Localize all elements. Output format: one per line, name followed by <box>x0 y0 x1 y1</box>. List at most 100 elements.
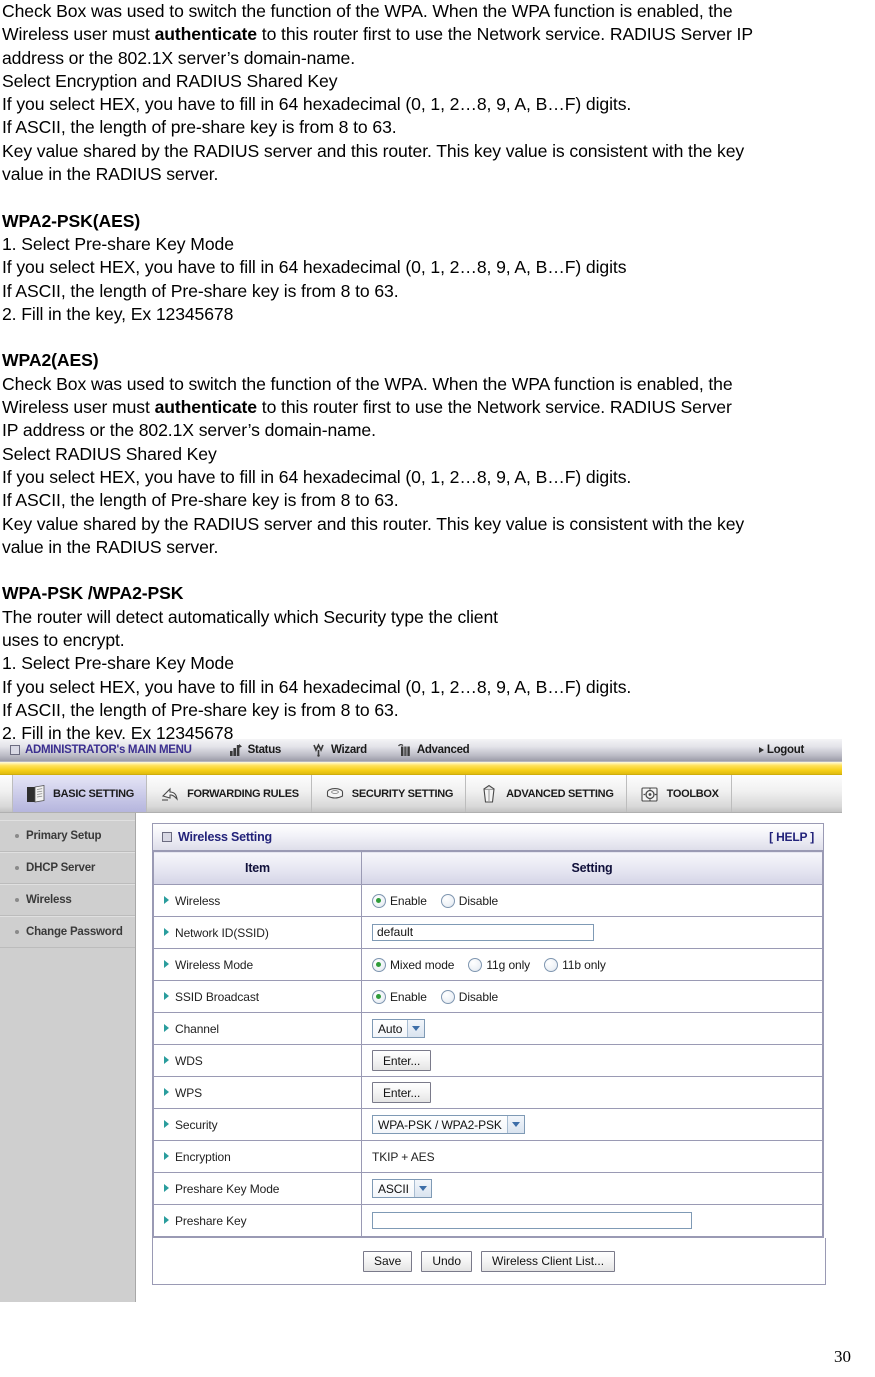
sidebar-item-change-password[interactable]: Change Password <box>0 916 135 948</box>
tab-security-setting[interactable]: SECURITY SETTING <box>312 775 467 812</box>
doc-paragraph: If you select HEX, you have to fill in 6… <box>2 676 632 697</box>
row-value-cell: WPA-PSK / WPA2-PSK <box>361 1108 823 1141</box>
tab-advanced-setting[interactable]: ADVANCED SETTING <box>466 775 627 812</box>
chevron-down-icon[interactable] <box>407 1020 425 1037</box>
channel-select[interactable]: Auto <box>372 1019 426 1038</box>
table-row: SSID Broadcast Enable Disable <box>153 980 823 1013</box>
book-icon <box>25 783 47 805</box>
tab-forwarding-rules[interactable]: FORWARDING RULES <box>147 775 312 812</box>
radio-option-disable[interactable]: Disable <box>440 989 498 1004</box>
doc-paragraph: value in the RADIUS server. <box>2 536 219 557</box>
security-select-value: WPA-PSK / WPA2-PSK <box>378 1117 502 1132</box>
admin-menu-group[interactable]: ADMINISTRATOR's MAIN MENU <box>0 744 192 756</box>
chevron-down-icon[interactable] <box>413 1180 431 1197</box>
radio-button-icon[interactable] <box>372 893 386 908</box>
doc-paragraph <box>2 326 871 349</box>
doc-paragraph: address or the 802.1X server’s domain-na… <box>2 47 355 68</box>
row-label: Network ID(SSID) <box>175 925 269 940</box>
logout-button[interactable]: Logout <box>758 744 842 756</box>
radio-option-label: 11g only <box>486 957 531 972</box>
bullet-dot-icon <box>15 898 19 902</box>
preshare-key-mode-select-value: ASCII <box>378 1181 409 1196</box>
security-select[interactable]: WPA-PSK / WPA2-PSK <box>372 1115 525 1134</box>
topnav-item-advanced[interactable]: Advanced <box>397 743 470 757</box>
wireless-client-list-button[interactable]: Wireless Client List... <box>481 1250 616 1272</box>
row-label-cell: Network ID(SSID) <box>153 916 362 949</box>
arrow-right-icon <box>164 1184 169 1193</box>
topnav-item-status[interactable]: Status <box>228 743 281 757</box>
preshare-key-input[interactable] <box>372 1212 692 1229</box>
window-square-icon <box>10 745 20 755</box>
wizard-icon <box>311 743 326 757</box>
row-value-cell <box>361 916 823 949</box>
preshare-key-mode-select[interactable]: ASCII <box>372 1179 432 1198</box>
row-label-cell: WPS <box>153 1076 362 1109</box>
doc-paragraph: Check Box was used to switch the functio… <box>2 373 733 394</box>
doc-paragraph: Select Encryption and RADIUS Shared Key <box>2 70 338 91</box>
row-value-cell: Auto <box>361 1012 823 1045</box>
doc-paragraph: If ASCII, the length of Pre-share key is… <box>2 699 399 720</box>
doc-paragraph: If you select HEX, you have to fill in 6… <box>2 257 627 278</box>
radio-button-icon[interactable] <box>544 957 559 972</box>
radio-option-enable[interactable]: Enable <box>372 989 427 1004</box>
table-row: Network ID(SSID) <box>153 916 823 949</box>
triangle-right-icon <box>758 747 764 753</box>
table-row: Wireless Mode Mixed mode 11g only 11b only <box>153 948 823 981</box>
row-label: Encryption <box>175 1149 231 1164</box>
radio-button-icon[interactable] <box>440 893 455 908</box>
sidebar-item-dhcp-server[interactable]: DHCP Server <box>0 852 135 884</box>
radio-button-icon[interactable] <box>372 989 386 1004</box>
tower-icon <box>478 783 500 805</box>
main-tab-bar: BASIC SETTING FORWARDING RULES SECURITY … <box>0 775 842 813</box>
doc-paragraph: Check Box was used to switch the functio… <box>2 1 733 21</box>
wds-enter-button[interactable]: Enter... <box>372 1050 432 1071</box>
row-label-cell: Preshare Key Mode <box>153 1172 362 1205</box>
table-row: Wireless Enable Disable <box>153 884 823 917</box>
row-label-cell: Security <box>153 1108 362 1141</box>
doc-paragraph: uses to encrypt. <box>2 630 125 651</box>
chevron-down-glyph <box>511 1122 520 1127</box>
sidebar-item-label: Change Password <box>26 926 123 938</box>
wps-enter-button[interactable]: Enter... <box>372 1082 432 1103</box>
advanced-icon <box>397 743 412 757</box>
row-label: Wireless <box>175 893 221 908</box>
radio-option-label: 11b only <box>562 957 606 972</box>
document-text-body: Check Box was used to switch the functio… <box>0 0 875 746</box>
table-header-row: Item Setting <box>153 851 823 885</box>
doc-paragraph: If ASCII, the length of pre-share key is… <box>2 117 397 138</box>
help-link[interactable]: [ HELP ] <box>769 830 814 844</box>
sidebar-item-primary-setup[interactable]: Primary Setup <box>0 820 135 852</box>
chevron-down-icon[interactable] <box>506 1116 524 1133</box>
doc-paragraph: WPA2(AES) <box>2 350 99 371</box>
radio-option-11b-only[interactable]: 11b only <box>544 957 606 972</box>
radio-option-enable[interactable]: Enable <box>372 893 427 908</box>
topnav-item-wizard[interactable]: Wizard <box>311 743 367 757</box>
sidebar-item-label: DHCP Server <box>26 862 96 874</box>
tab-toolbox[interactable]: TOOLBOX <box>627 775 732 812</box>
radio-button-icon[interactable] <box>372 957 386 972</box>
status-icon <box>228 743 243 757</box>
sidebar-item-wireless[interactable]: Wireless <box>0 884 135 916</box>
yellow-divider-strip <box>0 762 842 775</box>
admin-main-menu-label: ADMINISTRATOR's MAIN MENU <box>25 744 192 756</box>
tab-basic-setting[interactable]: BASIC SETTING <box>12 775 148 812</box>
network-id-ssid--input[interactable] <box>372 924 594 941</box>
arrow-right-icon <box>164 1120 169 1129</box>
row-label: Wireless Mode <box>175 957 254 972</box>
page-number: 30 <box>834 1347 851 1366</box>
table-row: WPS Enter... <box>153 1076 823 1109</box>
doc-paragraph: WPA-PSK /WPA2-PSK <box>2 583 184 604</box>
radio-option-disable[interactable]: Disable <box>440 893 498 908</box>
column-header-item: Item <box>153 851 362 885</box>
row-label: Preshare Key Mode <box>175 1181 280 1196</box>
doc-paragraph <box>2 186 871 209</box>
save-button[interactable]: Save <box>362 1250 413 1272</box>
panel-header: Wireless Setting [ HELP ] <box>153 824 823 851</box>
topnav-wizard-label: Wizard <box>331 744 367 756</box>
radio-button-icon[interactable] <box>440 989 455 1004</box>
undo-button[interactable]: Undo <box>421 1250 472 1272</box>
radio-option-mixed-mode[interactable]: Mixed mode <box>372 957 454 972</box>
radio-option-11g-only[interactable]: 11g only <box>468 957 531 972</box>
doc-paragraph: WPA2-PSK(AES) <box>2 210 141 231</box>
radio-button-icon[interactable] <box>468 957 483 972</box>
